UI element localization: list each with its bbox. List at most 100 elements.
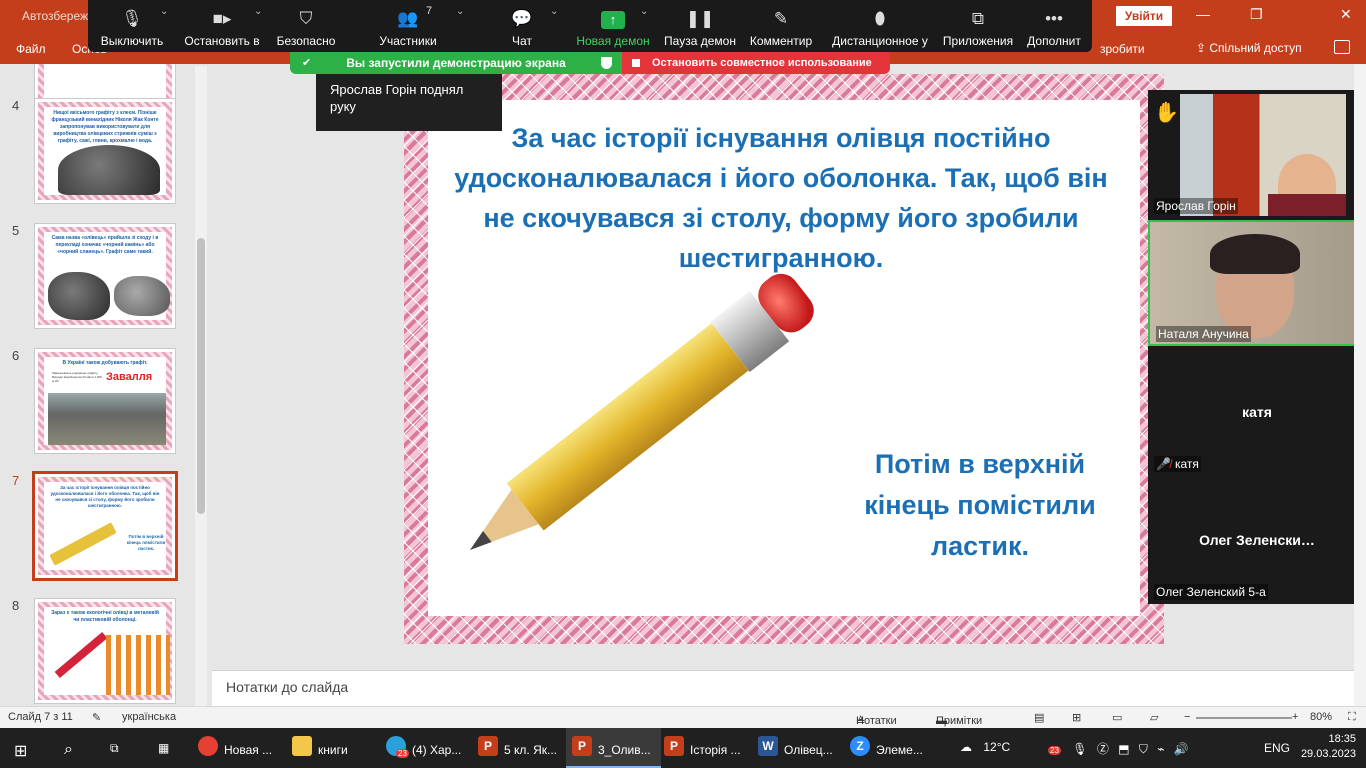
taskbar-item-telegram[interactable]: (4) Хар... 23 — [386, 728, 461, 768]
spellcheck-icon[interactable]: ✎ — [92, 711, 101, 724]
more-button[interactable]: ••• Дополнит — [1022, 0, 1086, 52]
comments-icon[interactable] — [1334, 40, 1350, 54]
participant-big-name: катя — [1242, 404, 1272, 420]
taskbar-item-word[interactable]: W Олівец... — [758, 728, 833, 768]
participant-name-label: 🎤̸ катя — [1154, 456, 1201, 472]
participant-video-4[interactable]: Олег Зеленски… Олег Зеленский 5-а — [1148, 476, 1366, 602]
thumbnail-text: Зараз є також екологічні олівці в метале… — [51, 610, 159, 623]
language-indicator[interactable]: ENG — [1264, 741, 1290, 768]
thumbnails-scrollbar[interactable] — [195, 66, 207, 706]
notes-label: Нотатки — [856, 715, 897, 727]
task-view-button[interactable]: ⧉ — [110, 728, 119, 768]
zoom-slider[interactable] — [1196, 717, 1292, 719]
zoom-level[interactable]: 80% — [1310, 711, 1332, 723]
chevron-down-icon[interactable]: ⌄ — [160, 6, 168, 17]
participant-video-2[interactable]: Наталя Анучина — [1148, 220, 1366, 346]
slide-sorter-icon[interactable]: ⊞ — [1072, 711, 1081, 724]
calculator-button[interactable]: ▦ — [158, 728, 169, 768]
share-status-text: Вы запустили демонстрацию экрана — [346, 56, 566, 70]
share-button[interactable]: ⇪ Спільний доступ — [1196, 41, 1302, 55]
restore-icon[interactable]: ❐ — [1250, 6, 1263, 23]
thumbnail-subtext: Потім в верхній кінець помістили ластик. — [126, 534, 166, 551]
raised-hand-icon: ✋ — [1154, 102, 1179, 124]
slide-scrollbar[interactable] — [1354, 64, 1366, 706]
language-indicator[interactable]: українська — [122, 711, 176, 723]
thumbnail-number: 4 — [12, 98, 20, 113]
stop-video-button[interactable]: ■▸ Остановить в ⌄ — [180, 0, 264, 52]
weather-widget[interactable]: ☁ 12°C — [960, 740, 1010, 768]
tab-file[interactable]: Файл — [16, 42, 46, 56]
new-share-button[interactable]: ↑ Новая демон ⌄ — [572, 0, 654, 52]
thumbnail-slide-7[interactable]: 7 За час історії існування олівця постій… — [0, 471, 200, 583]
share-status-banner: ✔ Вы запустили демонстрацию экрана — [290, 52, 622, 74]
thumbnail-slide-8[interactable]: 8 Зараз є також екологічні олівці в мета… — [0, 598, 200, 706]
more-icon: ••• — [1045, 9, 1063, 28]
stop-share-button[interactable]: Остановить совместное использование — [622, 52, 890, 74]
temperature: 12°C — [983, 740, 1011, 754]
participant-name: Ярослав Горін — [1154, 198, 1238, 214]
pin-icon[interactable]: ✔ — [302, 52, 311, 74]
slide-subtitle[interactable]: Потім в верхній кінець помістили ластик. — [840, 444, 1120, 567]
participant-video-1[interactable]: ✋ Ярослав Горін — [1148, 90, 1366, 216]
participant-video-3[interactable]: катя 🎤̸ катя — [1148, 348, 1366, 474]
slide-title[interactable]: За час історії існування олівця постійно… — [436, 118, 1126, 278]
scroll-thumb[interactable] — [197, 238, 205, 514]
taskbar-label: Олівец... — [784, 743, 833, 758]
taskbar-item-zoom[interactable]: Z Элеме... — [850, 728, 923, 768]
reading-view-icon[interactable]: ▭ — [1112, 711, 1122, 724]
normal-view-icon[interactable]: ▤ — [1034, 711, 1044, 724]
minimize-icon[interactable]: — — [1196, 6, 1210, 22]
thumbnail-number: 6 — [12, 348, 20, 363]
status-bar: Слайд 7 з 11 ✎ українська ≜ Нотатки ▬ Пр… — [0, 706, 1366, 728]
taskbar-item-chrome[interactable]: Новая ... — [198, 728, 272, 768]
search-button[interactable]: ⌕ — [64, 728, 73, 768]
remote-control-button[interactable]: ⬮ Дистанционное у — [830, 0, 930, 52]
chevron-down-icon[interactable]: ⌄ — [550, 6, 558, 17]
pen-image — [54, 632, 108, 678]
mouse-icon: ⬮ — [874, 9, 886, 28]
autosave-label[interactable]: Автозбереж — [22, 9, 88, 23]
stop-icon — [632, 59, 640, 67]
taskbar-item-ppt-2[interactable]: P 3_Олив... — [566, 728, 661, 768]
zoom-out-icon[interactable]: − — [1184, 711, 1190, 723]
raised-hand-notification: Ярослав Горін поднял руку — [316, 74, 502, 131]
fit-slide-icon[interactable]: ⛶ — [1348, 711, 1356, 724]
start-button[interactable]: ⊞ — [14, 728, 27, 768]
security-button[interactable]: ⛉ Безопасно — [268, 0, 344, 52]
slideshow-icon[interactable]: ▱ — [1150, 711, 1158, 724]
thumbnail-text: Нищої якісьмого графіту з клеєм. Пізніше… — [51, 110, 159, 144]
volume-icon: 🔊 — [1173, 742, 1189, 756]
chevron-down-icon[interactable]: ⌄ — [456, 6, 464, 17]
thumbnail-slide-4[interactable]: 4 Нищої якісьмого графіту з клеєм. Пізні… — [0, 98, 200, 208]
cloud-icon: ☁ — [960, 740, 976, 754]
chevron-down-icon[interactable]: ⌄ — [254, 6, 262, 17]
thumbnail-image: За час історії існування олівця постійно… — [32, 471, 178, 581]
thumbnail-image: Нищої якісьмого графіту з клеєм. Пізніше… — [34, 98, 176, 204]
login-button[interactable]: Увійти — [1116, 6, 1172, 26]
taskbar-label: (4) Хар... — [412, 743, 462, 758]
taskbar-item-ppt-1[interactable]: P 5 кл. Як... — [478, 728, 557, 768]
zoom-in-icon[interactable]: + — [1292, 711, 1298, 723]
mute-button[interactable]: 🎙 Выключить ⌄ — [94, 0, 170, 52]
tray-icons[interactable]: 23 🎙 Ⓩ ⬒ ⛉ ⌁ 🔊 — [1048, 740, 1189, 768]
pause-share-button[interactable]: ❚❚ Пауза демон — [662, 0, 738, 52]
apps-button[interactable]: ⧉ Приложения — [940, 0, 1016, 52]
tell-me-search[interactable]: зробити — [1100, 42, 1145, 56]
close-icon[interactable]: ✕ — [1340, 6, 1352, 23]
notification-badge: 23 — [396, 749, 409, 758]
thumbnail-slide-5[interactable]: 5 Сама назва «олівець» прийшла зі сходу … — [0, 223, 200, 333]
taskbar-item-ppt-3[interactable]: P Історія ... — [664, 728, 741, 768]
annotate-button[interactable]: ✎ Комментир — [748, 0, 814, 52]
participants-button[interactable]: 👥 7 Участники ⌄ — [368, 0, 464, 52]
powerpoint-icon: P — [478, 736, 498, 756]
video-camera-icon: ■▸ — [212, 9, 232, 28]
chat-button[interactable]: 💬 Чат ⌄ — [496, 0, 558, 52]
taskbar-item-folder[interactable]: книги — [292, 728, 348, 768]
thumbnail-slide-6[interactable]: 6 В Україні також добувають графіт. Зава… — [0, 348, 200, 458]
shield-icon: ⛉ — [299, 9, 313, 28]
muted-mic-icon: 🎤̸ — [1156, 457, 1171, 471]
clock[interactable]: 18:35 29.03.2023 — [1300, 732, 1356, 768]
taskbar-label: 5 кл. Як... — [504, 743, 557, 758]
chevron-down-icon[interactable]: ⌄ — [640, 6, 648, 17]
notes-pane[interactable]: Нотатки до слайда — [212, 670, 1354, 706]
